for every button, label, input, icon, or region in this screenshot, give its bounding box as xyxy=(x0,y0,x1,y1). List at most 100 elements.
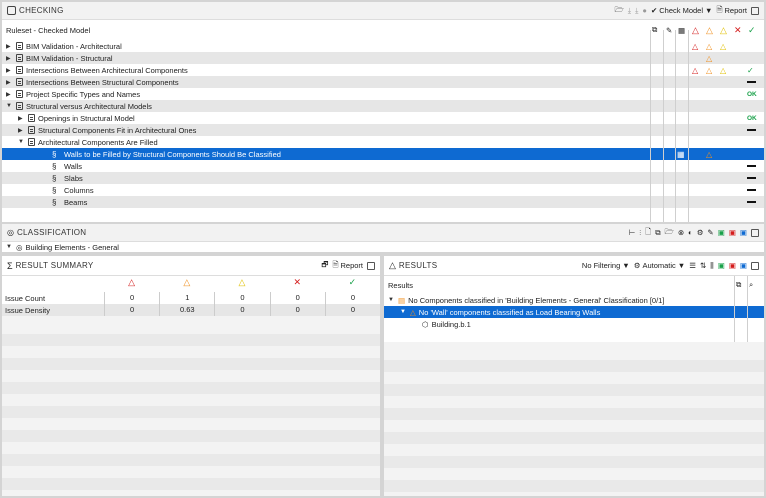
collapse-icon[interactable]: ▼ xyxy=(388,297,398,303)
collapse-icon[interactable]: ▼ xyxy=(6,103,16,109)
result-item[interactable]: ▼ ▤ No Components classified in 'Building … xyxy=(384,294,764,306)
row-label: Beams xyxy=(64,197,88,207)
edit-icon[interactable]: ✎ xyxy=(666,26,672,35)
dash-icon xyxy=(747,81,756,83)
bag-blue-icon[interactable]: ▣ xyxy=(740,228,747,237)
summary-row: Issue Count 0 1 0 0 0 xyxy=(2,292,380,304)
rule-icon: § xyxy=(52,197,57,207)
summary-label: Issue Density xyxy=(5,305,51,315)
dash-icon xyxy=(747,129,756,131)
ruleset-icon xyxy=(16,54,23,62)
visibility-icon[interactable]: ◐ xyxy=(688,228,693,237)
sigma-icon: Σ xyxy=(7,260,13,271)
collapse-icon[interactable]: ▼ xyxy=(18,139,28,145)
expand-icon[interactable]: ▶ xyxy=(6,91,16,98)
zoom-icon[interactable]: ⌕ xyxy=(749,280,753,290)
sort-icon[interactable]: ⇅ xyxy=(700,261,706,270)
maximize-icon[interactable] xyxy=(751,6,759,15)
not-checked-status xyxy=(747,196,756,208)
critical-issue-icon: △ xyxy=(128,277,136,287)
report-button[interactable]: 🗎 Report xyxy=(716,4,747,17)
row-label: Structural Components Fit in Architectur… xyxy=(38,125,197,135)
bag-red-icon[interactable]: ▣ xyxy=(729,261,736,270)
low-issue-icon[interactable]: △ xyxy=(720,25,727,36)
download-all-icon[interactable]: ⤓ xyxy=(635,6,638,16)
dash-icon xyxy=(747,189,756,191)
summary-value: 1 xyxy=(159,292,214,304)
warning-outline-icon: △ xyxy=(389,260,396,270)
copy-icon[interactable]: ⧉ xyxy=(655,228,660,238)
open-folder-icon[interactable]: 🗁 xyxy=(614,4,623,17)
bag-blue-icon[interactable]: ▣ xyxy=(740,261,747,270)
columns-icon[interactable]: ⫼ xyxy=(710,261,713,271)
collapse-icon[interactable]: ▼ xyxy=(400,309,410,315)
summary-value: 0 xyxy=(324,292,380,304)
classification-item[interactable]: ▼ ◎ Building Elements - General xyxy=(2,242,764,252)
attachment-icon[interactable]: ⧉ xyxy=(736,280,741,290)
moderate-issue-icon[interactable]: △ xyxy=(706,25,713,36)
new-doc-icon[interactable]: 🗋 xyxy=(645,226,651,239)
bag-green-icon[interactable]: ▣ xyxy=(718,228,725,237)
classification-icon: ◎ xyxy=(7,228,14,237)
accepted-icon: ✓ xyxy=(747,65,754,75)
ruleset-icon xyxy=(28,114,35,122)
moderate-issue-icon: △ xyxy=(706,65,713,75)
report-button[interactable]: 🗎 Report xyxy=(332,259,363,272)
rule-icon: § xyxy=(52,161,57,171)
maximize-icon[interactable] xyxy=(751,228,759,237)
ruleset-icon xyxy=(16,90,23,98)
expand-icon[interactable]: ▶ xyxy=(6,67,16,74)
accepted-icon[interactable]: ✓ xyxy=(748,25,756,36)
summary-row: Issue Density 0 0.63 0 0 0 xyxy=(2,304,380,316)
rule-icon: § xyxy=(52,149,57,159)
remove-icon[interactable]: ⊗ xyxy=(678,228,684,237)
bag-green-icon[interactable]: ▣ xyxy=(718,261,725,270)
grid-icon[interactable]: ▦ xyxy=(678,26,685,35)
expand-icon[interactable]: ▶ xyxy=(6,55,16,62)
chevron-down-icon[interactable]: ▼ xyxy=(6,244,16,250)
result-summary-header: Σ RESULT SUMMARY 🗗 🗎 Report xyxy=(2,256,380,276)
classification-header: ◎ CLASSIFICATION ⊢ ⫶ 🗋 ⧉ 🗁 ⊗ ◐ ⚙ ✎ ▣ ▣ ▣ xyxy=(2,224,764,242)
result-item[interactable]: ▼ △ No 'Wall' components classified as Loa… xyxy=(384,306,764,318)
ruleset-icon xyxy=(28,138,35,146)
ok-status-cell: OK xyxy=(747,88,757,100)
bag-red-icon[interactable]: ▣ xyxy=(729,228,736,237)
result-label: Building.b.1 xyxy=(431,319,471,329)
filter-dropdown[interactable]: No Filtering ▼ xyxy=(582,261,630,270)
critical-issue-icon[interactable]: △ xyxy=(692,25,699,36)
attachment-icon[interactable]: ⧉ xyxy=(652,25,657,35)
results-column-header: Results ⧉ ⌕ xyxy=(388,280,754,290)
rejected-icon[interactable]: ✕ xyxy=(734,25,742,36)
accepted-icon: ✓ xyxy=(348,277,357,287)
check-model-button[interactable]: ✔ Check Model ▼ xyxy=(651,6,713,15)
row-label: Openings in Structural Model xyxy=(38,113,135,123)
row-label: Walls to be Filled by Structural Compone… xyxy=(64,149,281,159)
result-summary-title: RESULT SUMMARY xyxy=(15,261,94,270)
result-item[interactable]: ⬡ Building.b.1 xyxy=(384,318,764,330)
export-icon[interactable]: 🗗 xyxy=(321,259,328,272)
folder-icon[interactable]: 🗁 xyxy=(665,226,674,239)
tree-icon[interactable]: ⊢ xyxy=(629,228,636,237)
expand-icon[interactable]: ▶ xyxy=(6,79,16,86)
moderate-issue-icon: △ xyxy=(706,149,713,159)
hierarchy-icon[interactable]: ⫶ xyxy=(639,228,641,238)
download-icon[interactable]: ⤓ xyxy=(628,6,631,16)
chevron-down-icon: ▼ xyxy=(677,261,686,270)
expand-icon[interactable]: ▶ xyxy=(18,115,28,122)
expand-icon[interactable]: ▶ xyxy=(6,43,16,50)
classification-title: CLASSIFICATION xyxy=(16,228,87,237)
edit-icon[interactable]: ✎ xyxy=(707,228,713,237)
low-issue-icon: △ xyxy=(720,65,727,75)
summary-value: 0.63 xyxy=(159,304,214,316)
summary-label: Issue Count xyxy=(5,293,46,303)
grid-icon[interactable]: ▦ xyxy=(677,148,685,160)
list-icon[interactable]: ☰ xyxy=(689,261,696,270)
maximize-icon[interactable] xyxy=(367,261,375,270)
automatic-dropdown[interactable]: ⚙ Automatic ▼ xyxy=(634,261,686,270)
settings-icon[interactable]: ⚙ xyxy=(697,228,704,237)
maximize-icon[interactable] xyxy=(751,261,759,270)
expand-icon[interactable]: ▶ xyxy=(18,127,28,134)
record-icon[interactable]: ● xyxy=(642,6,647,15)
row-label: Project Specific Types and Names xyxy=(26,89,141,99)
chevron-down-icon: ▼ xyxy=(622,261,630,270)
